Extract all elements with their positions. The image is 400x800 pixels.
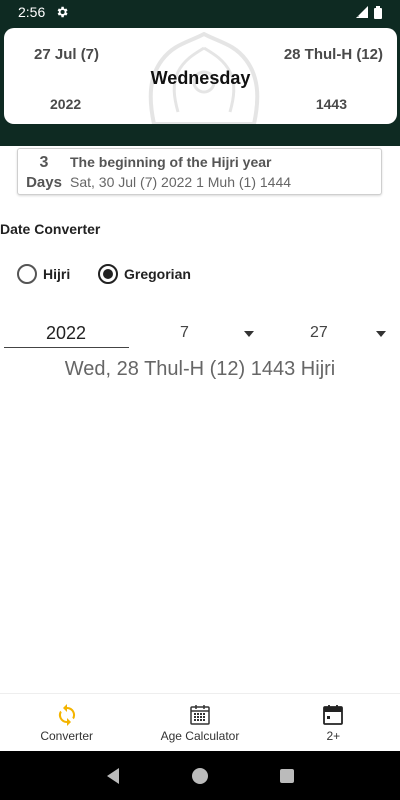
calendar-icon	[323, 704, 344, 725]
event-date: Sat, 30 Jul (7) 2022 1 Muh (1) 1444	[70, 174, 292, 190]
system-navigation-bar	[0, 751, 400, 800]
day-dropdown-arrow-icon	[376, 331, 386, 337]
nav-more-label: 2+	[326, 728, 341, 743]
hijri-day: 28 Thul-H (12)	[283, 46, 383, 63]
radio-hijri[interactable]: Hijri	[17, 264, 70, 284]
status-bar: 2:56 !	[0, 0, 400, 24]
weekday: Wednesday	[150, 68, 251, 88]
recents-icon[interactable]	[279, 768, 295, 784]
event-title: The beginning of the Hijri year	[70, 154, 272, 170]
bottom-navigation: Converter Age Calculator 2+	[0, 693, 400, 751]
hijri-year: 1443	[315, 96, 347, 112]
month-dropdown-arrow-icon	[244, 331, 254, 337]
day-select[interactable]: 27	[280, 318, 390, 348]
back-icon[interactable]	[105, 767, 121, 785]
day-value: 27	[310, 324, 328, 341]
nav-converter[interactable]: Converter	[0, 694, 133, 751]
battery-icon	[374, 5, 382, 19]
section-title: Date Converter	[0, 221, 101, 237]
month-select[interactable]: 7	[148, 318, 258, 348]
sync-icon	[58, 703, 75, 726]
today-date-card[interactable]: 27 Jul (7) 28 Thul-H (12) Wednesday 2022…	[4, 28, 397, 124]
gregorian-day: 27 Jul (7)	[34, 46, 100, 63]
event-countdown: 3 Days	[18, 153, 70, 193]
radio-gregorian[interactable]: Gregorian	[98, 264, 191, 284]
radio-hijri-label: Hijri	[43, 266, 71, 282]
nav-age-calculator[interactable]: Age Calculator	[133, 694, 266, 751]
nav-age-calculator-label: Age Calculator	[160, 728, 240, 743]
status-time: 2:56	[18, 4, 46, 20]
nav-converter-label: Converter	[40, 728, 93, 743]
event-days-unit: Days	[26, 174, 62, 191]
signal-icon: !	[356, 6, 368, 18]
radio-hijri-circle[interactable]	[17, 264, 37, 284]
event-days-count: 3	[39, 154, 49, 171]
gregorian-year: 2022	[50, 96, 82, 112]
month-value: 7	[180, 324, 189, 341]
home-icon[interactable]	[191, 767, 209, 785]
nav-more[interactable]: 2+	[267, 694, 400, 751]
upcoming-event-card[interactable]: 3 Days The beginning of the Hijri year S…	[17, 148, 382, 195]
calendar-grid-icon	[190, 704, 210, 725]
conversion-result: Wed, 28 Thul-H (12) 1443 Hijri	[64, 358, 336, 380]
radio-gregorian-label: Gregorian	[124, 266, 191, 282]
year-input[interactable]: 2022	[4, 318, 129, 348]
svg-text:!: !	[357, 10, 359, 18]
radio-gregorian-circle[interactable]	[98, 264, 118, 284]
gear-icon	[57, 6, 68, 18]
